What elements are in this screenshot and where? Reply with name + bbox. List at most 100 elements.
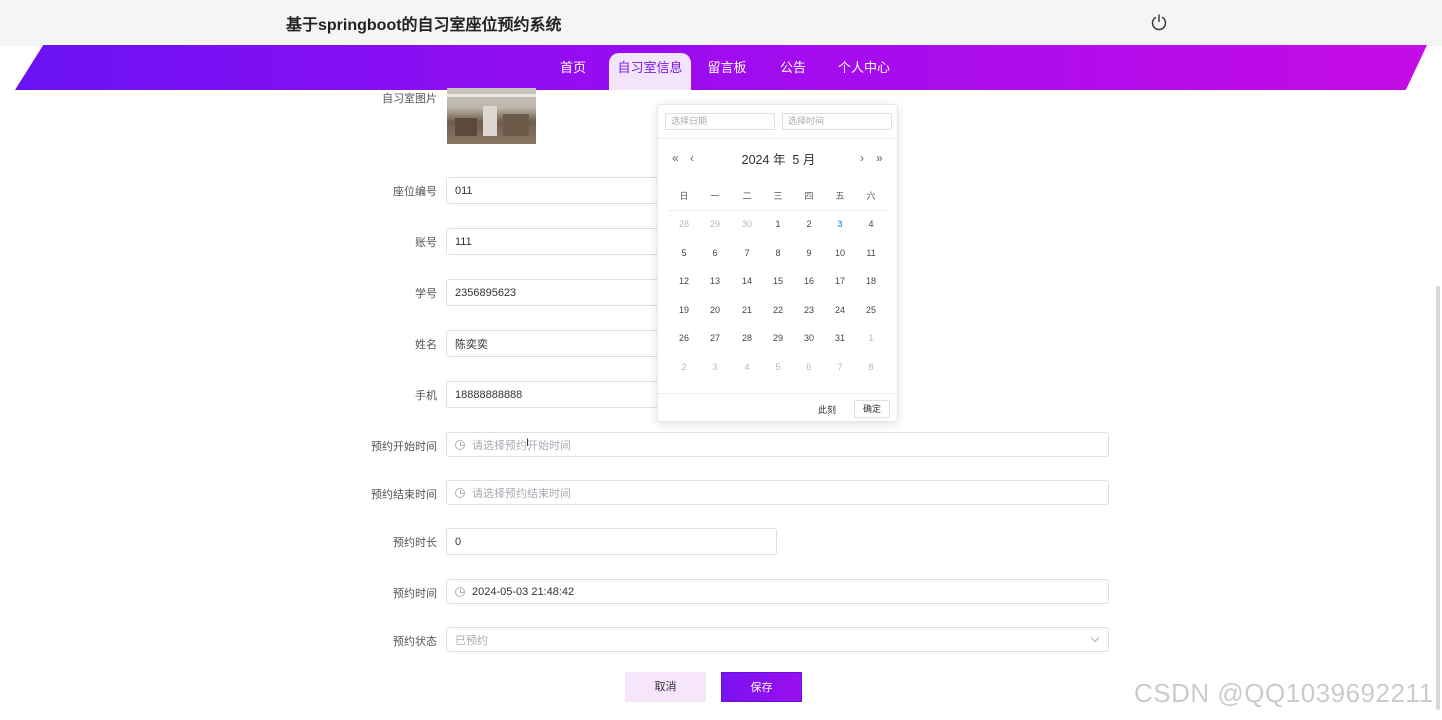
booking-time-input[interactable]: 2024-05-03 21:48:42 [446, 579, 1109, 604]
calendar-day[interactable]: 3 [700, 362, 730, 372]
calendar-day[interactable]: 29 [763, 333, 793, 343]
calendar-day[interactable]: 10 [825, 248, 855, 258]
clock-icon [455, 487, 465, 498]
calendar-day[interactable]: 13 [700, 276, 730, 286]
nav-item-room-info[interactable]: 自习室信息 [609, 53, 691, 90]
end-time-label: 预约结束时间 [371, 489, 437, 501]
duration-field[interactable]: 0 [446, 528, 777, 555]
calendar-day[interactable]: 2 [669, 362, 699, 372]
calendar-day[interactable]: 8 [763, 248, 793, 258]
cancel-button[interactable]: 取消 [625, 672, 706, 702]
calendar-day[interactable]: 7 [825, 362, 855, 372]
account-value: 111 [455, 235, 472, 248]
picker-year: 2024 [741, 153, 770, 167]
calendar-day[interactable]: 6 [700, 248, 730, 258]
name-label: 姓名 [415, 339, 437, 351]
clock-icon [455, 439, 465, 450]
calendar-day[interactable]: 25 [856, 305, 886, 315]
status-label: 预约状态 [393, 636, 437, 648]
chevron-down-icon [1090, 633, 1100, 643]
status-value: 已预约 [455, 634, 488, 647]
calendar-day[interactable]: 11 [856, 248, 886, 258]
calendar-day[interactable]: 14 [732, 276, 762, 286]
calendar-day[interactable]: 19 [669, 305, 699, 315]
calendar-day[interactable]: 18 [856, 276, 886, 286]
main-nav: 首页 自习室信息 留言板 公告 个人中心 [0, 45, 1442, 90]
weekday-header: 日 [679, 191, 689, 201]
calendar-day[interactable]: 26 [669, 333, 699, 343]
top-header: 基于springboot的自习室座位预约系统 [0, 0, 1442, 46]
calendar-day[interactable]: 17 [825, 276, 855, 286]
calendar-day[interactable]: 21 [732, 305, 762, 315]
calendar-day[interactable]: 8 [856, 362, 886, 372]
nav-item-home[interactable]: 首页 [552, 53, 594, 90]
calendar-day[interactable]: 29 [700, 219, 730, 229]
status-select[interactable]: 已预约 [446, 627, 1109, 652]
calendar-day[interactable]: 9 [794, 248, 824, 258]
duration-value: 0 [455, 535, 462, 548]
student-id-value: 2356895623 [455, 286, 517, 299]
calendar-day[interactable]: 5 [763, 362, 793, 372]
watermark: CSDN @QQ1039692211 [1134, 678, 1434, 708]
account-label: 账号 [415, 237, 437, 249]
calendar-day[interactable]: 4 [856, 219, 886, 229]
calendar-day[interactable]: 1 [763, 219, 793, 229]
duration-label: 预约时长 [393, 537, 437, 549]
booking-time-label: 预约时间 [393, 588, 437, 600]
confirm-button[interactable]: 确定 [854, 400, 890, 418]
nav-item-message-board[interactable]: 留言板 [703, 53, 751, 90]
booking-time-value: 2024-05-03 21:48:42 [472, 585, 575, 598]
photo-label: 自习室图片 [382, 93, 437, 105]
weekday-header: 六 [866, 191, 876, 201]
phone-value: 18888888888 [455, 388, 523, 401]
text-cursor-icon: I [526, 437, 530, 449]
next-year-icon[interactable]: » [876, 151, 883, 165]
calendar-day[interactable]: 12 [669, 276, 699, 286]
calendar-day[interactable]: 5 [669, 248, 699, 258]
calendar-day[interactable]: 15 [763, 276, 793, 286]
picker-time-input[interactable]: 选择时间 [782, 113, 892, 130]
calendar-day[interactable]: 22 [763, 305, 793, 315]
end-time-placeholder: 请选择预约结束时间 [472, 487, 571, 500]
divider [658, 393, 897, 394]
end-time-input[interactable]: 请选择预约结束时间 [446, 480, 1109, 505]
next-month-icon[interactable]: › [860, 151, 864, 165]
calendar-day[interactable]: 24 [825, 305, 855, 315]
calendar-day[interactable]: 28 [732, 333, 762, 343]
start-time-placeholder: 请选择预约开始时间 [472, 439, 571, 452]
nav-item-notice[interactable]: 公告 [774, 53, 812, 90]
phone-label: 手机 [415, 390, 437, 402]
calendar-day[interactable]: 30 [732, 219, 762, 229]
calendar-day[interactable]: 27 [700, 333, 730, 343]
calendar-day[interactable]: 2 [794, 219, 824, 229]
calendar-day[interactable]: 30 [794, 333, 824, 343]
calendar-day[interactable]: 6 [794, 362, 824, 372]
start-time-input[interactable]: 请选择预约开始时间 [446, 432, 1109, 457]
power-icon[interactable] [1150, 13, 1168, 31]
calendar-day[interactable]: 20 [700, 305, 730, 315]
calendar-day[interactable]: 4 [732, 362, 762, 372]
now-button[interactable]: 此刻 [818, 403, 836, 416]
name-value: 陈奕奕 [455, 338, 488, 351]
scrollbar[interactable] [1436, 286, 1440, 710]
seat-label: 座位编号 [393, 186, 437, 198]
weekday-header: 一 [710, 191, 720, 201]
student-id-label: 学号 [415, 288, 437, 300]
calendar-day[interactable]: 16 [794, 276, 824, 286]
calendar-day[interactable]: 23 [794, 305, 824, 315]
calendar-day[interactable]: 31 [825, 333, 855, 343]
weekday-header: 三 [773, 191, 783, 201]
picker-date-input[interactable]: 选择日期 [665, 113, 775, 130]
picker-month: 5 [792, 153, 800, 167]
nav-item-profile[interactable]: 个人中心 [834, 53, 894, 90]
divider [668, 210, 889, 211]
calendar-day[interactable]: 7 [732, 248, 762, 258]
save-button[interactable]: 保存 [721, 672, 802, 702]
weekday-header: 四 [804, 191, 814, 201]
calendar-day[interactable]: 1 [856, 333, 886, 343]
calendar-day[interactable]: 28 [669, 219, 699, 229]
picker-year-suffix: 年 [772, 153, 786, 167]
weekday-header: 二 [742, 191, 752, 201]
seat-number-value: 011 [455, 184, 473, 197]
calendar-day[interactable]: 3 [825, 219, 855, 229]
